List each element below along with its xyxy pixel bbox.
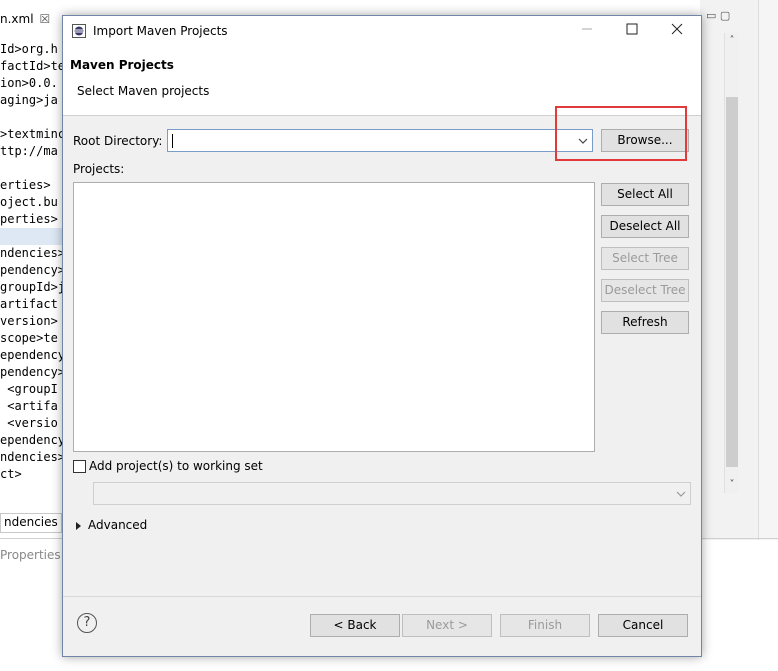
view-minimize-maximize-icons[interactable]: ▭ ▢ <box>706 9 730 22</box>
code-line: <versio <box>0 416 58 430</box>
editor-tab-label: n.xml <box>0 12 34 26</box>
code-line: artifact <box>0 297 58 311</box>
code-line: Id>org.h <box>0 42 58 56</box>
chevron-down-icon[interactable] <box>674 486 688 502</box>
scroll-up-icon[interactable]: ˄ <box>725 35 739 46</box>
select-tree-button[interactable]: Select Tree <box>601 247 689 270</box>
editor-scrollbar[interactable]: ˄ ˅ <box>724 33 739 493</box>
properties-view-label[interactable]: Properties <box>0 548 61 562</box>
code-line: pendency> <box>0 365 66 379</box>
next-button[interactable]: Next > <box>402 614 492 637</box>
wizard-page-title: Maven Projects <box>70 58 174 72</box>
working-set-combo[interactable] <box>93 482 691 505</box>
code-line: ion>0.0. <box>0 76 58 90</box>
code-line: ndencies> <box>0 450 66 464</box>
eclipse-app-icon <box>72 24 86 38</box>
code-line: version> <box>0 314 58 328</box>
code-lines: Id>org.h factId>te ion>0.0. aging>ja >textmi… <box>0 41 66 483</box>
code-line: <groupI <box>0 382 58 396</box>
text-caret <box>172 134 173 148</box>
bottom-tab-dependencies[interactable]: ndencies <box>0 513 62 533</box>
help-icon[interactable]: ? <box>77 613 97 633</box>
code-line: groupId>j <box>0 280 66 294</box>
deselect-tree-button[interactable]: Deselect Tree <box>601 279 689 302</box>
code-line: >textminc <box>0 127 66 141</box>
root-directory-combo[interactable] <box>167 129 593 152</box>
projects-tree[interactable] <box>73 182 595 452</box>
code-line: factId>te <box>0 59 66 73</box>
root-directory-label: Root Directory: <box>73 134 163 148</box>
advanced-section-label[interactable]: Advanced <box>88 518 147 532</box>
expand-advanced-icon[interactable] <box>76 522 81 530</box>
code-line: aging>ja <box>0 93 58 107</box>
editor-tab[interactable]: n.xml ☒ <box>0 9 50 29</box>
code-line: perties> <box>0 212 58 226</box>
working-set-checkbox[interactable] <box>73 460 86 473</box>
cancel-button[interactable]: Cancel <box>598 614 688 637</box>
code-line: oject.bu <box>0 195 58 209</box>
background-far-right-toolbar <box>758 0 778 540</box>
scroll-down-icon[interactable]: ˅ <box>725 479 739 490</box>
scrollbar-thumb[interactable] <box>726 97 738 467</box>
back-button[interactable]: < Back <box>310 614 400 637</box>
footer-separator <box>63 596 701 597</box>
select-all-button[interactable]: Select All <box>601 183 689 206</box>
code-line: ndencies> <box>0 246 66 260</box>
deselect-all-button[interactable]: Deselect All <box>601 215 689 238</box>
close-icon[interactable] <box>663 20 691 42</box>
code-line: ependency <box>0 348 66 362</box>
code-line: scope>te <box>0 331 58 345</box>
code-line: pendency> <box>0 263 66 277</box>
code-line: erties> <box>0 178 51 192</box>
code-line: ct> <box>0 467 22 481</box>
finish-button[interactable]: Finish <box>500 614 590 637</box>
projects-label: Projects: <box>73 162 125 176</box>
minimize-icon[interactable] <box>573 20 601 42</box>
code-line: ependency <box>0 433 66 447</box>
code-line: <artifa <box>0 399 58 413</box>
dialog-title: Import Maven Projects <box>93 24 228 38</box>
code-line <box>0 228 66 245</box>
working-set-label: Add project(s) to working set <box>89 459 263 473</box>
dialog-titlebar[interactable]: Import Maven Projects <box>63 16 701 47</box>
maximize-icon[interactable] <box>618 20 646 42</box>
wizard-page-description: Select Maven projects <box>77 84 210 98</box>
editor-tab-close-icon[interactable]: ☒ <box>40 12 51 26</box>
refresh-button[interactable]: Refresh <box>601 311 689 334</box>
code-line: ttp://ma <box>0 144 58 158</box>
highlight-annotation-box <box>555 106 687 161</box>
